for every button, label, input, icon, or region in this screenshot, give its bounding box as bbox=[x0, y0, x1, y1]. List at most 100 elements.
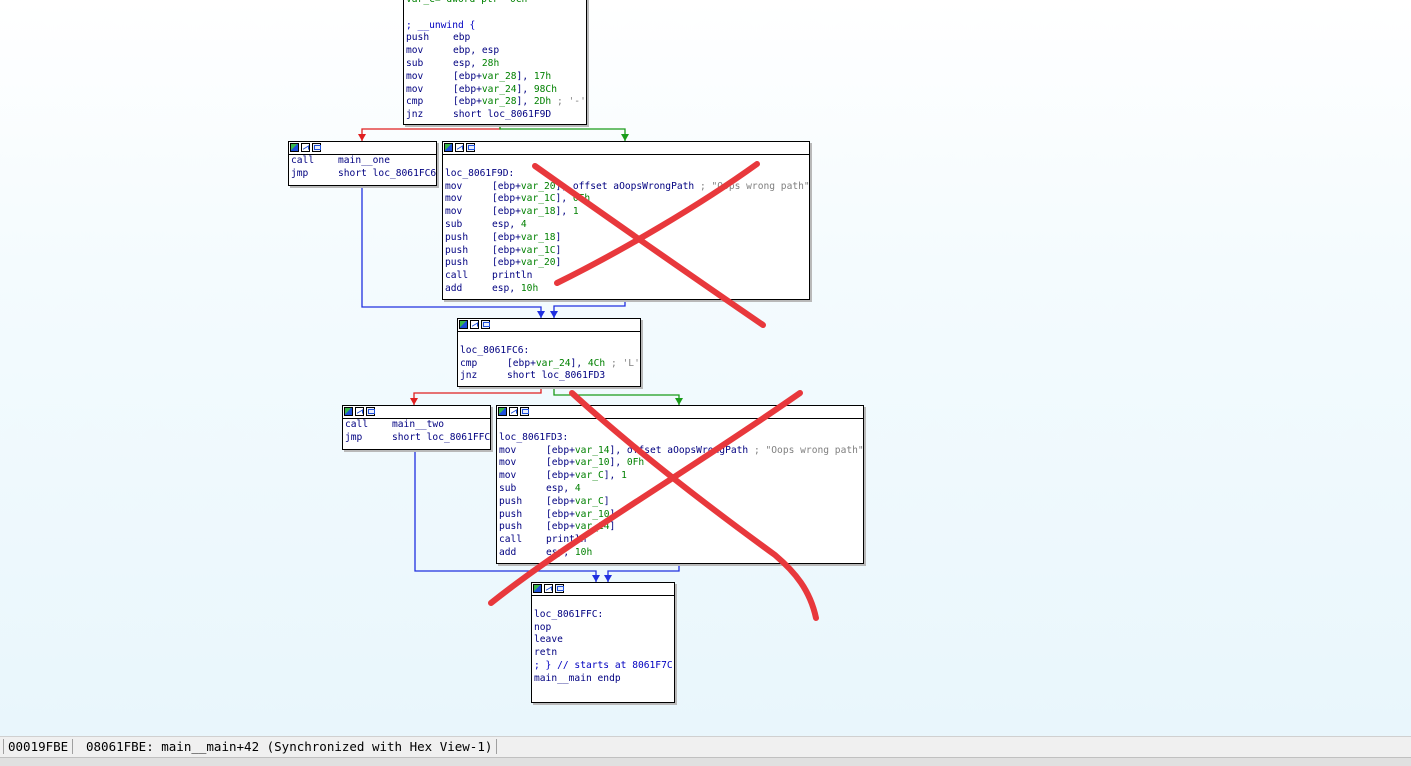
operand: var_C bbox=[574, 495, 604, 507]
edge-fall-b6-b7 bbox=[607, 563, 680, 582]
operand: var_14 bbox=[574, 444, 610, 456]
mnemonic: add bbox=[445, 282, 463, 294]
operand: esp, bbox=[453, 57, 482, 69]
node-color-icon[interactable] bbox=[444, 143, 453, 152]
asm-line: ; } // starts at 8061F7C bbox=[534, 660, 673, 673]
asm-line: call println bbox=[499, 534, 861, 547]
edge-arrow bbox=[621, 134, 629, 141]
code-block-prologue[interactable]: var_C= dword ptr -0Ch ; __unwind {push ebp… bbox=[403, 0, 587, 125]
mnemonic: push bbox=[499, 508, 523, 520]
node-color-icon[interactable] bbox=[533, 584, 542, 593]
asm-line: sub esp, 4 bbox=[445, 219, 807, 232]
operand: var_18 bbox=[520, 206, 556, 218]
asm-line: jnz short loc_8061F9D bbox=[406, 109, 584, 122]
operand: var_18 bbox=[520, 231, 556, 243]
operand: 10h bbox=[574, 546, 593, 558]
status-file-offset: 00019FBE bbox=[3, 739, 74, 754]
operand: main__two bbox=[392, 419, 444, 430]
operand: ] bbox=[555, 244, 562, 256]
inline-comment: ; "Oops wrong path" bbox=[748, 444, 864, 456]
mnemonic: call bbox=[445, 270, 469, 282]
inline-comment: ; 'L' bbox=[605, 357, 640, 369]
asm-line: ; __unwind { bbox=[406, 20, 584, 33]
mnemonic: call bbox=[291, 155, 315, 166]
asm-line: push [ebp+var_14] bbox=[499, 521, 861, 534]
block-code: call main__one jmp short loc_8061FC6 bbox=[289, 155, 436, 181]
flow-edges bbox=[358, 123, 683, 582]
code-block-call-main-two[interactable]: call main__two jmp short loc_8061FFC bbox=[342, 405, 491, 450]
edge-arrow bbox=[550, 311, 558, 318]
code-label: loc_8061FD3: bbox=[499, 431, 569, 443]
group-icon[interactable] bbox=[366, 407, 375, 416]
edge-arrow bbox=[410, 398, 418, 405]
operand: ] bbox=[555, 231, 562, 243]
code-block-call-main-one[interactable]: call main__one jmp short loc_8061FC6 bbox=[288, 141, 437, 186]
operand: var_20 bbox=[520, 180, 556, 192]
code-block-epilogue[interactable]: loc_8061FFC: nop leave retn; } // starts at… bbox=[531, 582, 675, 703]
operand: ], bbox=[516, 70, 534, 82]
block-header bbox=[289, 142, 436, 155]
mnemonic: mov bbox=[445, 206, 463, 218]
asm-line: cmp [ebp+var_28], 2Dh ; '-' bbox=[406, 96, 586, 109]
operand: ], bbox=[516, 96, 534, 108]
edge-false-b4-b5 bbox=[413, 385, 542, 405]
operand: var_28 bbox=[481, 96, 517, 108]
graph-icon[interactable] bbox=[509, 407, 518, 416]
edge-fall-b3-b4 bbox=[553, 298, 626, 318]
operand: short loc_8061F9D bbox=[453, 109, 552, 121]
node-color-icon[interactable] bbox=[459, 320, 468, 329]
asm-line: push [ebp+var_C] bbox=[499, 496, 861, 509]
group-icon[interactable] bbox=[481, 320, 490, 329]
code-block-wrong-path-2[interactable]: loc_8061FD3: mov [ebp+var_14], offset aOop… bbox=[496, 405, 864, 564]
asm-line: call main__two bbox=[345, 419, 488, 432]
mnemonic: mov bbox=[445, 193, 463, 205]
mnemonic: cmp bbox=[460, 357, 478, 369]
block-header bbox=[497, 406, 863, 419]
graph-icon[interactable] bbox=[544, 584, 553, 593]
asm-line: main__main endp bbox=[534, 673, 672, 686]
graph-icon[interactable] bbox=[301, 143, 310, 152]
mnemonic: mov bbox=[499, 444, 517, 456]
node-color-icon[interactable] bbox=[290, 143, 299, 152]
group-icon[interactable] bbox=[555, 584, 564, 593]
code-label: loc_8061F9D: bbox=[445, 167, 515, 179]
code-block-wrong-path-1[interactable]: loc_8061F9D: mov [ebp+var_20], offset aOop… bbox=[442, 141, 810, 300]
asm-line: loc_8061F9D: bbox=[445, 168, 807, 181]
graph-view[interactable]: var_C= dword ptr -0Ch; __unwind {pushebp… bbox=[0, 0, 1411, 735]
mnemonic: nop bbox=[534, 621, 552, 633]
node-color-icon[interactable] bbox=[344, 407, 353, 416]
mnemonic: add bbox=[499, 546, 517, 558]
asm-line: sub esp, 4 bbox=[499, 483, 861, 496]
operand: 28h bbox=[481, 57, 500, 69]
edge-true-b4-b6 bbox=[553, 385, 680, 405]
mnemonic: push bbox=[445, 257, 469, 269]
group-icon[interactable] bbox=[520, 407, 529, 416]
operand: [ebp+ bbox=[546, 521, 575, 533]
mnemonic: jnz bbox=[406, 109, 424, 121]
group-icon[interactable] bbox=[466, 143, 475, 152]
mnemonic: sub bbox=[499, 482, 517, 494]
asm-line: call main__one bbox=[291, 155, 434, 168]
group-icon[interactable] bbox=[312, 143, 321, 152]
mnemonic: retn bbox=[534, 647, 558, 659]
graph-icon[interactable] bbox=[470, 320, 479, 329]
operand: println bbox=[546, 534, 587, 546]
mnemonic: jnz bbox=[460, 370, 478, 382]
graph-icon[interactable] bbox=[355, 407, 364, 416]
mnemonic: push bbox=[445, 231, 469, 243]
asm-line: jmp short loc_8061FC6 bbox=[291, 168, 436, 181]
asm-line: mov ebp, esp bbox=[406, 45, 584, 58]
block-code: call main__two jmp short loc_8061FFC bbox=[343, 419, 490, 445]
graph-icon[interactable] bbox=[455, 143, 464, 152]
code-block-cmp-L[interactable]: loc_8061FC6: cmp [ebp+var_24], 4Ch ; 'L' jn… bbox=[457, 318, 641, 387]
asm-line: loc_8061FC6: bbox=[460, 345, 638, 358]
mnemonic: jmp bbox=[345, 431, 363, 443]
mnemonic: call bbox=[345, 419, 369, 430]
operand: ], bbox=[555, 193, 573, 205]
operand: 98Ch bbox=[533, 83, 557, 95]
mnemonic: mov bbox=[499, 470, 517, 482]
node-color-icon[interactable] bbox=[498, 407, 507, 416]
asm-line: nop bbox=[534, 622, 672, 635]
